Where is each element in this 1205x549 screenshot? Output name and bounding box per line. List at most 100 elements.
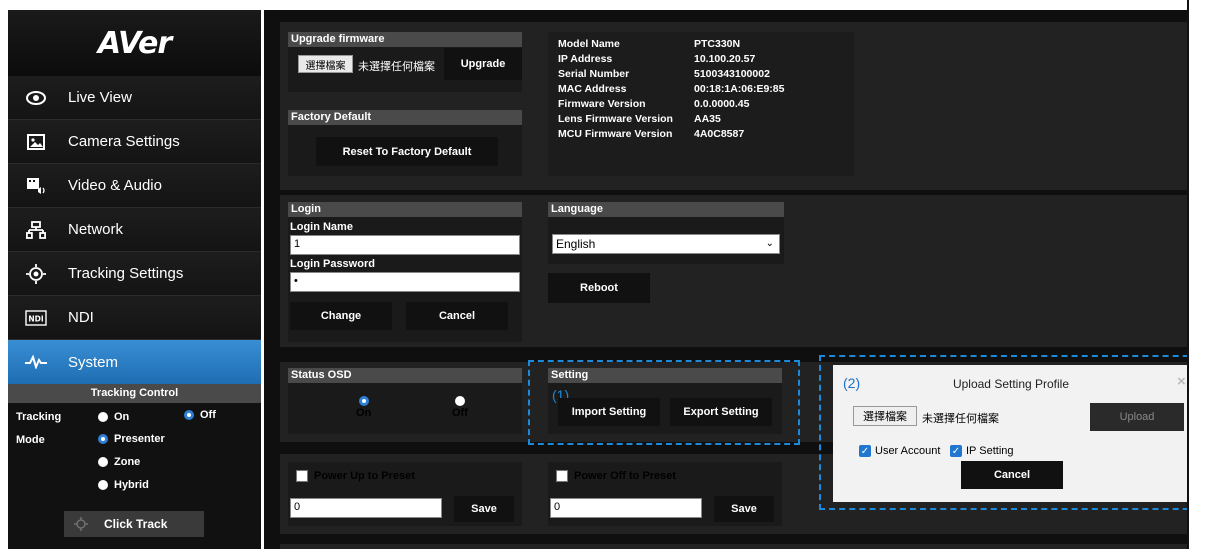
vertical-divider [1187,0,1189,549]
nav-label: Video & Audio [68,177,162,194]
power-off-preset-input[interactable]: 0 [550,498,702,518]
language-box: Language English ⌄ [548,202,784,264]
tracking-label: Tracking [16,411,62,423]
login-password-input[interactable]: • [290,272,520,292]
image-icon [24,132,48,152]
info-value: AA35 [694,112,721,125]
nav-label: Tracking Settings [68,265,184,282]
info-key: Serial Number [558,67,630,80]
video-audio-icon [24,176,48,196]
choose-file-button[interactable]: 選擇檔案 [298,55,353,73]
radio-label: Zone [114,456,141,468]
radio-dot-selected [184,410,194,420]
nav-label: Camera Settings [68,133,180,150]
nav-label: NDI [68,309,94,326]
radio-label: Presenter [114,433,165,445]
nav-item-tracking-settings[interactable]: Tracking Settings [8,252,261,296]
svg-text:NDI: NDI [28,314,44,323]
device-info-table: Model Name PTC330N IP Address 10.100.20.57… [558,36,784,141]
radio-dot-selected [358,396,369,406]
app-window: AVer Live View Camera Settings Video & A… [0,0,1205,549]
eye-icon [24,88,48,108]
login-name-input[interactable]: 1 [290,235,520,255]
info-key: Firmware Version [558,97,646,110]
nav-item-ndi[interactable]: NDI NDI [8,296,261,340]
tracking-control-panel: Tracking On Off Mode Presenter Zone Hybr… [8,403,261,549]
pulse-icon [24,352,48,372]
upgrade-button[interactable]: Upgrade [444,48,522,80]
box-title: Login [288,202,522,217]
info-row: Model Name PTC330N [558,36,784,51]
login-cancel-button[interactable]: Cancel [406,302,508,330]
checkbox-label: Power Up to Preset [314,470,415,482]
mode-zone-radio[interactable]: Zone [98,456,140,468]
info-row: Lens Firmware Version AA35 [558,111,784,126]
nav-item-live-view[interactable]: Live View [8,76,261,120]
radio-label: On [356,407,372,419]
tracking-off-radio[interactable]: Off [184,409,216,421]
info-value: 0.0.0000.45 [694,97,750,110]
power-up-save-button[interactable]: Save [454,496,514,522]
box-title: Factory Default [288,110,522,125]
nav-label: Live View [68,89,132,106]
checkbox-square [556,470,568,482]
click-track-icon [74,517,88,531]
nav-item-video-audio[interactable]: Video & Audio [8,164,261,208]
annotation-highlight-1 [528,360,800,445]
status-osd-box: Status OSD On Off [288,368,522,434]
section-login: Login Login Name 1 Login Password • Chan… [280,195,1189,347]
power-off-box: Power Off to Preset 0 Save [548,462,782,526]
info-key: MCU Firmware Version [558,127,673,140]
nav-label: Network [68,221,124,238]
info-key: IP Address [558,52,613,65]
mode-hybrid-radio[interactable]: Hybrid [98,479,149,491]
tracking-on-radio[interactable]: On [98,411,129,423]
click-track-button[interactable]: Click Track [64,511,204,537]
info-key: Lens Firmware Version [558,112,673,125]
power-up-preset-input[interactable]: 0 [290,498,442,518]
no-file-label: 未選擇任何檔案 [358,61,435,73]
mode-presenter-radio[interactable]: Presenter [98,433,165,445]
login-box: Login Login Name 1 Login Password • Chan… [288,202,522,342]
nav-item-network[interactable]: Network [8,208,261,252]
tracking-target-icon [24,263,48,284]
info-value: 10.100.20.57 [694,52,756,65]
power-off-save-button[interactable]: Save [714,496,774,522]
info-key: MAC Address [558,82,627,95]
language-select[interactable]: English ⌄ [552,234,780,254]
sidebar: AVer Live View Camera Settings Video & A… [8,10,261,549]
radio-dot [454,396,465,406]
info-row: MCU Firmware Version 4A0C8587 [558,126,784,141]
radio-label: Off [452,407,468,419]
factory-default-box: Factory Default Reset To Factory Default [288,110,522,176]
box-title: Upgrade firmware [288,32,522,47]
reboot-button[interactable]: Reboot [548,273,650,303]
brand-logo: AVer [8,10,261,76]
login-change-button[interactable]: Change [290,302,392,330]
osd-on-radio[interactable]: On [356,396,371,419]
upgrade-firmware-box: Upgrade firmware 選擇檔案 未選擇任何檔案 Upgrade [288,32,522,92]
language-selected-value: English [556,237,596,251]
login-name-label: Login Name [290,221,353,233]
power-up-checkbox[interactable]: Power Up to Preset [296,470,415,482]
nav-item-camera-settings[interactable]: Camera Settings [8,120,261,164]
nav-item-system[interactable]: System [8,340,261,384]
checkbox-label: Power Off to Preset [574,470,677,482]
info-row: Serial Number 5100343100002 [558,66,784,81]
nav-label: System [68,353,119,371]
tracking-control-title: Tracking Control [8,384,261,403]
radio-label: Off [200,409,216,421]
mode-label: Mode [16,434,45,446]
top-margin [0,0,1205,10]
checkbox-square [296,470,308,482]
click-track-label: Click Track [104,517,168,531]
box-title: Status OSD [288,368,522,383]
radio-dot [98,457,108,467]
radio-dot [98,412,108,422]
power-up-box: Power Up to Preset 0 Save [288,462,522,526]
power-off-checkbox[interactable]: Power Off to Preset [556,470,676,482]
reset-factory-button[interactable]: Reset To Factory Default [316,137,498,166]
radio-dot [98,480,108,490]
section-next [280,544,1189,549]
osd-off-radio[interactable]: Off [452,396,468,419]
